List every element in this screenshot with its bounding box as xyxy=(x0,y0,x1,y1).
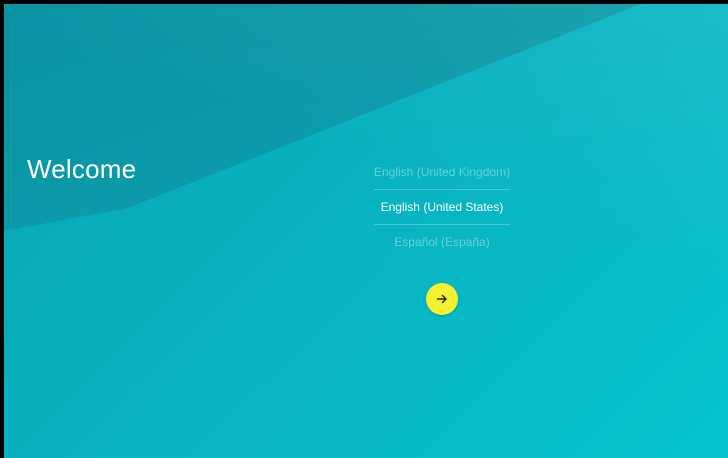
next-button[interactable] xyxy=(426,283,458,315)
arrow-right-icon xyxy=(436,293,448,305)
welcome-title: Welcome xyxy=(27,154,137,184)
language-option-en-gb[interactable]: English (United Kingdom) xyxy=(374,155,510,189)
language-picker[interactable]: English (United Kingdom) English (United… xyxy=(374,155,510,259)
setup-welcome-screen: Welcome English (United Kingdom) English… xyxy=(4,4,728,458)
language-option-es-es[interactable]: Español (España) xyxy=(374,225,510,259)
language-option-en-us[interactable]: English (United States) xyxy=(374,189,510,225)
